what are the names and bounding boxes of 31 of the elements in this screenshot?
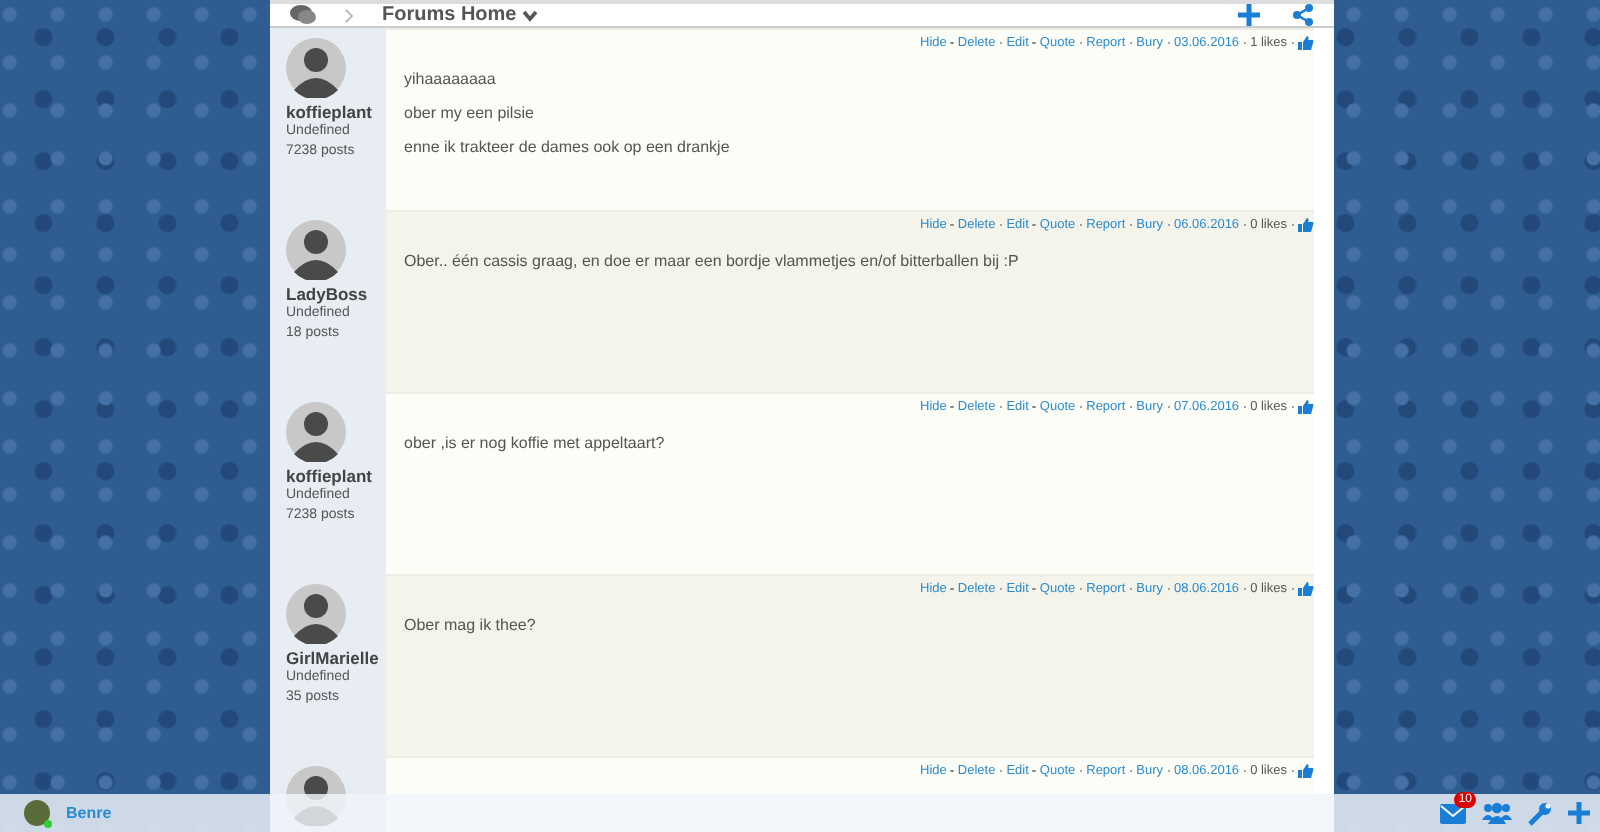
- users-icon[interactable]: [1482, 802, 1512, 824]
- post-text: Ober.. één cassis graag, en doe er maar een bordje vlammetjes en/of bitterballen bij :P: [404, 252, 1021, 270]
- post-text: ober my een pilsie: [404, 104, 536, 122]
- author-name[interactable]: koffieplant: [286, 102, 386, 122]
- post-text: ober ,is er nog koffie met appeltaart?: [404, 434, 667, 452]
- avatar-silhouette: [286, 220, 346, 280]
- post-text: yihaaaaaaaa: [404, 70, 498, 88]
- wrench-icon[interactable]: [1528, 801, 1552, 825]
- chevron-right-icon: [344, 7, 354, 23]
- username-link[interactable]: Benre: [66, 804, 112, 822]
- caret-down-icon: [522, 9, 539, 21]
- user-avatar[interactable]: [24, 800, 50, 826]
- chat-bubbles-icon[interactable]: [290, 4, 316, 26]
- post-text: enne ik trakteer de dames ook op een drankje: [404, 138, 732, 156]
- thumbs-up-icon[interactable]: [1298, 218, 1314, 232]
- thumbs-up-icon[interactable]: [1298, 582, 1314, 596]
- avatar-silhouette: [286, 38, 346, 98]
- thumbs-up-icon[interactable]: [1298, 36, 1314, 50]
- thumbs-up-icon[interactable]: [1298, 764, 1314, 778]
- post-text: Ober mag ik thee?: [404, 616, 538, 634]
- author-name[interactable]: LadyBoss: [286, 284, 386, 304]
- author-name[interactable]: koffieplant: [286, 466, 386, 486]
- forums-home-dropdown[interactable]: Forums Home: [382, 4, 539, 26]
- share-icon[interactable]: [1292, 4, 1314, 26]
- avatar-silhouette: [286, 584, 346, 644]
- avatar-silhouette: [286, 402, 346, 462]
- author-name[interactable]: GirlMarielle: [286, 648, 386, 668]
- plus-icon[interactable]: [1568, 802, 1590, 824]
- thumbs-up-icon[interactable]: [1298, 400, 1314, 414]
- plus-icon[interactable]: [1238, 4, 1260, 26]
- mail-icon[interactable]: [1440, 803, 1466, 823]
